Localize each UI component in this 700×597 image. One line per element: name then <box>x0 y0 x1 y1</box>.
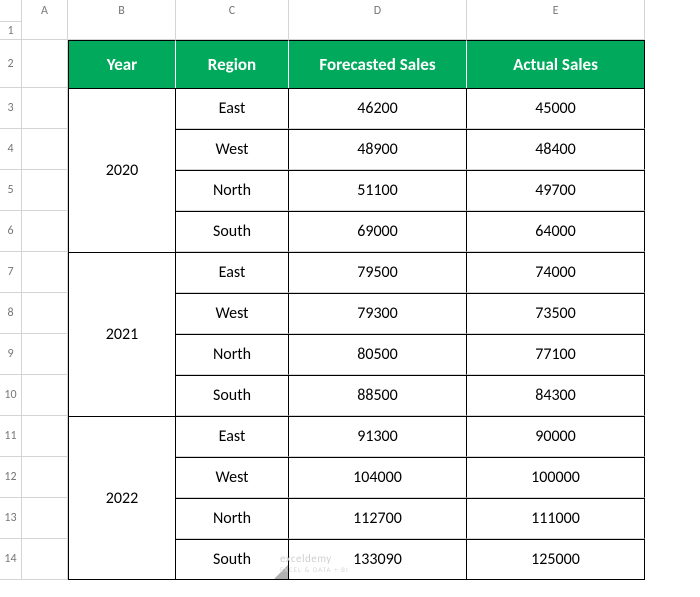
cell-region[interactable]: North <box>176 170 289 211</box>
cell-region[interactable]: West <box>176 129 289 170</box>
cell-region[interactable]: North <box>176 334 289 375</box>
col-header-D[interactable]: D <box>289 0 467 23</box>
cell-forecast[interactable]: 79500 <box>289 252 467 293</box>
cell-A6[interactable] <box>22 211 68 252</box>
row-header-14[interactable]: 14 <box>0 539 22 580</box>
cell-region[interactable]: South <box>176 211 289 252</box>
row-header-13[interactable]: 13 <box>0 498 22 539</box>
cell-A8[interactable] <box>22 293 68 334</box>
cell-forecast[interactable]: 46200 <box>289 88 467 129</box>
cell-forecast[interactable]: 80500 <box>289 334 467 375</box>
cell-forecast[interactable]: 69000 <box>289 211 467 252</box>
grid-corner <box>0 0 22 22</box>
cell-region[interactable]: West <box>176 457 289 498</box>
row-header-10[interactable]: 10 <box>0 375 22 416</box>
cell-actual[interactable]: 77100 <box>467 334 645 375</box>
cell-actual[interactable]: 84300 <box>467 375 645 416</box>
cell-forecast[interactable]: 91300 <box>289 416 467 457</box>
row-header-7[interactable]: 7 <box>0 252 22 293</box>
cell-actual[interactable]: 73500 <box>467 293 645 334</box>
cell-A14[interactable] <box>22 539 68 580</box>
cell-A1[interactable] <box>22 22 68 40</box>
row-header-3[interactable]: 3 <box>0 88 22 129</box>
year-2021-cell[interactable]: 2021 <box>68 252 176 416</box>
header-year-text: Year <box>107 54 137 75</box>
cell-region[interactable]: East <box>176 88 289 129</box>
cell-forecast[interactable]: 48900 <box>289 129 467 170</box>
row-header-6[interactable]: 6 <box>0 211 22 252</box>
cell-C1[interactable] <box>176 22 289 40</box>
cell-actual[interactable]: 90000 <box>467 416 645 457</box>
cell-region[interactable]: South <box>176 539 289 580</box>
table-header-year[interactable]: Year <box>68 40 176 88</box>
cell-A4[interactable] <box>22 129 68 170</box>
header-actual-text: Actual Sales <box>513 54 598 75</box>
spreadsheet-grid: A B C D E 1 2 Year Region Forecasted Sal… <box>0 0 700 580</box>
cell-actual[interactable]: 49700 <box>467 170 645 211</box>
year-2020-cell[interactable]: 2020 <box>68 88 176 252</box>
cell-E1[interactable] <box>467 22 645 40</box>
cell-B1[interactable] <box>68 22 176 40</box>
cell-A12[interactable] <box>22 457 68 498</box>
row-header-5[interactable]: 5 <box>0 170 22 211</box>
cell-A11[interactable] <box>22 416 68 457</box>
cell-region[interactable]: West <box>176 293 289 334</box>
cell-actual[interactable]: 45000 <box>467 88 645 129</box>
cell-D1[interactable] <box>289 22 467 40</box>
cell-region[interactable]: South <box>176 375 289 416</box>
cell-forecast[interactable]: 51100 <box>289 170 467 211</box>
cell-actual[interactable]: 125000 <box>467 539 645 580</box>
row-header-11[interactable]: 11 <box>0 416 22 457</box>
cell-text: South <box>213 550 251 569</box>
fill-handle-icon <box>274 565 288 579</box>
cell-A3[interactable] <box>22 88 68 129</box>
cell-A9[interactable] <box>22 334 68 375</box>
cell-actual[interactable]: 48400 <box>467 129 645 170</box>
cell-forecast[interactable]: 104000 <box>289 457 467 498</box>
cell-forecast[interactable]: 112700 <box>289 498 467 539</box>
row-header-2[interactable]: 2 <box>0 40 22 88</box>
year-2022-cell[interactable]: 2022 <box>68 416 176 580</box>
cell-actual[interactable]: 100000 <box>467 457 645 498</box>
col-header-E[interactable]: E <box>467 0 645 23</box>
cell-A10[interactable] <box>22 375 68 416</box>
row-header-1[interactable]: 1 <box>0 22 22 40</box>
cell-region[interactable]: East <box>176 252 289 293</box>
cell-region[interactable]: North <box>176 498 289 539</box>
cell-actual[interactable]: 74000 <box>467 252 645 293</box>
cell-A2[interactable] <box>22 40 68 88</box>
header-region-text: Region <box>208 54 256 75</box>
cell-actual[interactable]: 64000 <box>467 211 645 252</box>
cell-forecast[interactable]: 88500 <box>289 375 467 416</box>
row-header-8[interactable]: 8 <box>0 293 22 334</box>
row-header-12[interactable]: 12 <box>0 457 22 498</box>
table-header-forecasted[interactable]: Forecasted Sales <box>289 40 467 88</box>
col-header-A[interactable]: A <box>22 0 68 23</box>
col-header-B[interactable]: B <box>68 0 176 23</box>
header-forecasted-text: Forecasted Sales <box>319 54 435 75</box>
cell-forecast[interactable]: 133090 <box>289 539 467 580</box>
row-header-9[interactable]: 9 <box>0 334 22 375</box>
cell-A5[interactable] <box>22 170 68 211</box>
table-header-actual[interactable]: Actual Sales <box>467 40 645 88</box>
col-header-C[interactable]: C <box>176 0 289 23</box>
cell-A7[interactable] <box>22 252 68 293</box>
cell-A13[interactable] <box>22 498 68 539</box>
cell-forecast[interactable]: 79300 <box>289 293 467 334</box>
row-header-4[interactable]: 4 <box>0 129 22 170</box>
cell-region[interactable]: East <box>176 416 289 457</box>
cell-actual[interactable]: 111000 <box>467 498 645 539</box>
table-header-region[interactable]: Region <box>176 40 289 88</box>
